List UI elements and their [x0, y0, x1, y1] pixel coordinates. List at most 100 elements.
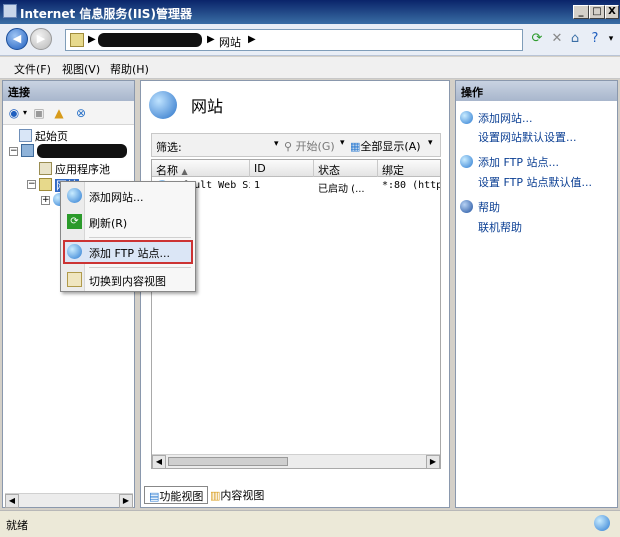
connections-tree: 起始页 − 应用程序池 − 网站 +: [3, 125, 134, 465]
redacted-server-name: [98, 33, 202, 47]
content-view-icon: ▥: [210, 489, 221, 502]
connections-header: 连接: [3, 81, 134, 101]
expand-toggle-icon[interactable]: −: [27, 180, 36, 189]
action-help[interactable]: 帮助: [478, 199, 500, 215]
scroll-right-icon[interactable]: ▶: [426, 455, 440, 468]
column-name[interactable]: 名称 ▲: [152, 160, 250, 177]
tree-item-server[interactable]: [21, 144, 127, 160]
column-status[interactable]: 状态: [314, 160, 378, 177]
menu-view[interactable]: 视图(V): [62, 61, 100, 77]
group-by-dropdown-icon[interactable]: ▾: [428, 138, 433, 148]
stop-icon[interactable]: ✕: [548, 30, 566, 48]
connections-horizontal-scrollbar[interactable]: ◀ ▶: [5, 493, 133, 508]
breadcrumb[interactable]: ▶ ▶ 网站 ▶: [65, 29, 523, 51]
help-dropdown-icon[interactable]: ▾: [602, 30, 620, 48]
expand-toggle-icon[interactable]: −: [9, 147, 18, 156]
up-folder-icon[interactable]: ▲: [51, 105, 67, 121]
window-title: Internet 信息服务(IIS)管理器: [20, 7, 192, 21]
add-ftp-site-icon: [460, 155, 473, 168]
maximize-button[interactable]: □: [589, 5, 605, 19]
save-icon[interactable]: ▣: [31, 105, 47, 121]
context-separator: [89, 237, 191, 238]
list-horizontal-scrollbar[interactable]: ◀ ▶: [152, 454, 440, 468]
context-menu: 添加网站... ⟳ 刷新(R) 添加 FTP 站点... 切换到内容视图: [60, 181, 196, 292]
app-pool-icon: [39, 162, 52, 175]
tab-label: 内容视图: [220, 489, 265, 502]
scroll-right-icon[interactable]: ▶: [119, 494, 133, 508]
tab-features-view[interactable]: ▤功能视图: [144, 486, 209, 504]
context-add-ftp-site[interactable]: 添加 FTP 站点...: [63, 240, 193, 264]
add-ftp-site-icon: [67, 244, 82, 259]
start-page-icon: [19, 129, 32, 142]
sites-folder-icon: [39, 178, 52, 191]
scroll-left-icon[interactable]: ◀: [152, 455, 166, 468]
menu-item-label: 添加 FTP 站点...: [89, 247, 170, 260]
start-filter-button[interactable]: ⚲ 开始(G): [284, 138, 335, 154]
content-view-icon: [67, 272, 82, 287]
close-button[interactable]: X: [605, 5, 619, 19]
tree-label: 应用程序池: [55, 163, 110, 176]
tab-label: 功能视图: [159, 490, 204, 503]
breadcrumb-separator-icon[interactable]: ▶: [88, 34, 96, 45]
column-binding[interactable]: 绑定: [378, 160, 440, 177]
page-title: 网站: [191, 97, 224, 116]
refresh-icon: ⟳: [67, 214, 82, 229]
breadcrumb-separator-icon[interactable]: ▶: [248, 34, 256, 45]
address-bar: ◀ ▶ ▶ ▶ 网站 ▶ ⟳ ✕ ⌂ ? ▾: [0, 24, 620, 56]
start-label: 开始(G): [295, 140, 335, 153]
actions-header: 操作: [456, 81, 617, 101]
sites-globe-icon: [149, 91, 177, 119]
list-header: 名称 ▲ ID 状态 绑定: [152, 160, 440, 177]
status-bar: 就绪: [0, 510, 620, 537]
filter-dropdown-icon[interactable]: ▾: [274, 139, 279, 149]
filter-label: 筛选:: [156, 141, 182, 154]
actions-panel: 操作 添加网站... 设置网站默认设置... 添加 FTP 站点... 设置 F…: [455, 80, 618, 508]
minimize-button[interactable]: _: [573, 5, 589, 19]
tree-item-app-pools[interactable]: 应用程序池: [39, 161, 110, 177]
scroll-thumb[interactable]: [168, 457, 288, 466]
action-online-help[interactable]: 联机帮助: [478, 219, 522, 235]
context-switch-content-view[interactable]: 切换到内容视图: [63, 268, 193, 292]
binoculars-icon: ⚲: [284, 140, 293, 153]
tree-item-start-page[interactable]: 起始页: [19, 128, 68, 144]
connections-panel: 连接 ◉ ▾ ▣ ▲ ⊗ 起始页 − 应用程序池 − 网站 + ◀ ▶: [2, 80, 135, 508]
sites-panel: 网站 筛选: ▾ ⚲ 开始(G) ▾ ▦全部显示(A) ▾ 名称 ▲ ID 状态…: [140, 80, 450, 508]
context-add-site[interactable]: 添加网站...: [63, 184, 193, 208]
menu-item-label: 刷新(R): [89, 217, 128, 230]
scroll-left-icon[interactable]: ◀: [5, 494, 19, 508]
features-view-icon: ▤: [149, 490, 160, 503]
show-all-button[interactable]: ▦全部显示(A): [350, 138, 421, 154]
context-refresh[interactable]: ⟳ 刷新(R): [63, 210, 193, 234]
menu-help[interactable]: 帮助(H): [110, 61, 149, 77]
start-dropdown-icon[interactable]: ▾: [340, 138, 345, 148]
show-all-icon: ▦: [350, 140, 361, 153]
action-add-ftp-site[interactable]: 添加 FTP 站点...: [478, 154, 559, 170]
cell-status: 已启动 (...: [318, 184, 365, 195]
add-site-icon: [67, 188, 82, 203]
cell-binding: *:80 (http),: [382, 180, 440, 191]
expand-toggle-icon[interactable]: +: [41, 196, 50, 205]
network-status-icon: [594, 515, 610, 531]
cell-id: 1: [254, 180, 261, 191]
title-bar: Internet 信息服务(IIS)管理器 _ □ X: [0, 0, 620, 24]
column-id[interactable]: ID: [250, 160, 314, 177]
tab-content-view[interactable]: ▥内容视图: [206, 486, 268, 504]
home-icon[interactable]: ⌂: [566, 30, 584, 48]
forward-button[interactable]: ▶: [30, 28, 52, 50]
view-switcher: ▤功能视图 ▥内容视图: [140, 486, 450, 506]
action-add-site[interactable]: 添加网站...: [478, 110, 533, 126]
refresh-icon[interactable]: ⟳: [528, 30, 546, 48]
filter-bar: 筛选: ▾ ⚲ 开始(G) ▾ ▦全部显示(A) ▾: [151, 133, 441, 157]
breadcrumb-separator-icon[interactable]: ▶: [207, 34, 215, 45]
action-site-defaults[interactable]: 设置网站默认设置...: [478, 129, 577, 145]
menu-item-label: 添加网站...: [89, 191, 144, 204]
breadcrumb-item-sites[interactable]: 网站: [219, 34, 241, 50]
column-label: 名称: [156, 164, 178, 177]
filter-input[interactable]: [182, 137, 282, 153]
remove-connection-icon[interactable]: ⊗: [73, 105, 89, 121]
action-ftp-defaults[interactable]: 设置 FTP 站点默认值...: [478, 174, 592, 190]
add-site-icon: [460, 111, 473, 124]
menu-file[interactable]: 文件(F): [14, 61, 51, 77]
status-text: 就绪: [6, 519, 28, 532]
back-button[interactable]: ◀: [6, 28, 28, 50]
